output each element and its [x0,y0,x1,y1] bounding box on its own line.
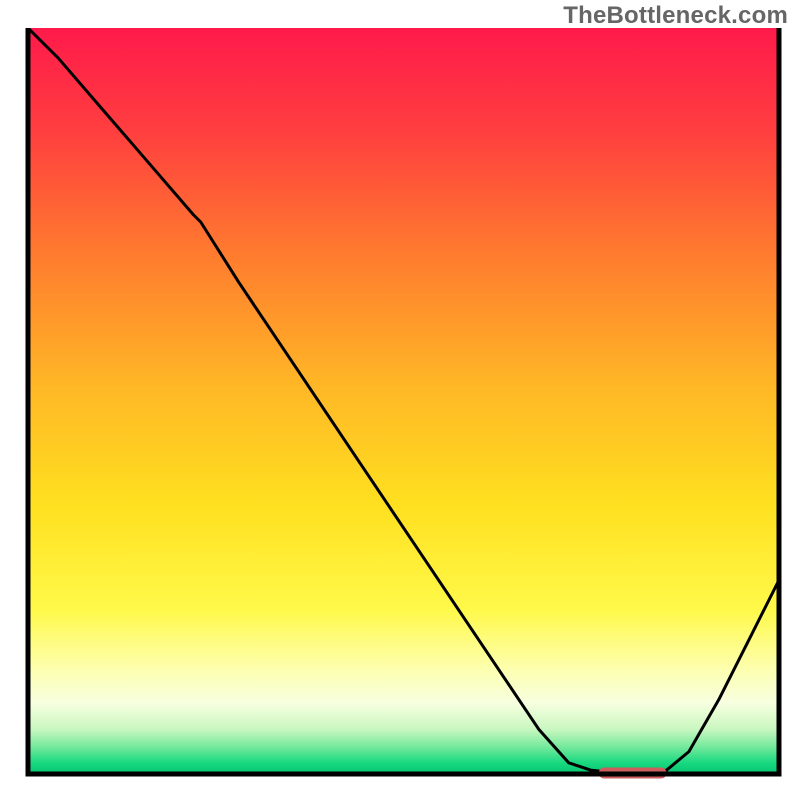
chart-frame: { "watermark": "TheBottleneck.com", "col… [0,0,800,800]
bottleneck-chart [0,0,800,800]
gradient-background [28,28,779,774]
watermark-text: TheBottleneck.com [563,2,788,30]
